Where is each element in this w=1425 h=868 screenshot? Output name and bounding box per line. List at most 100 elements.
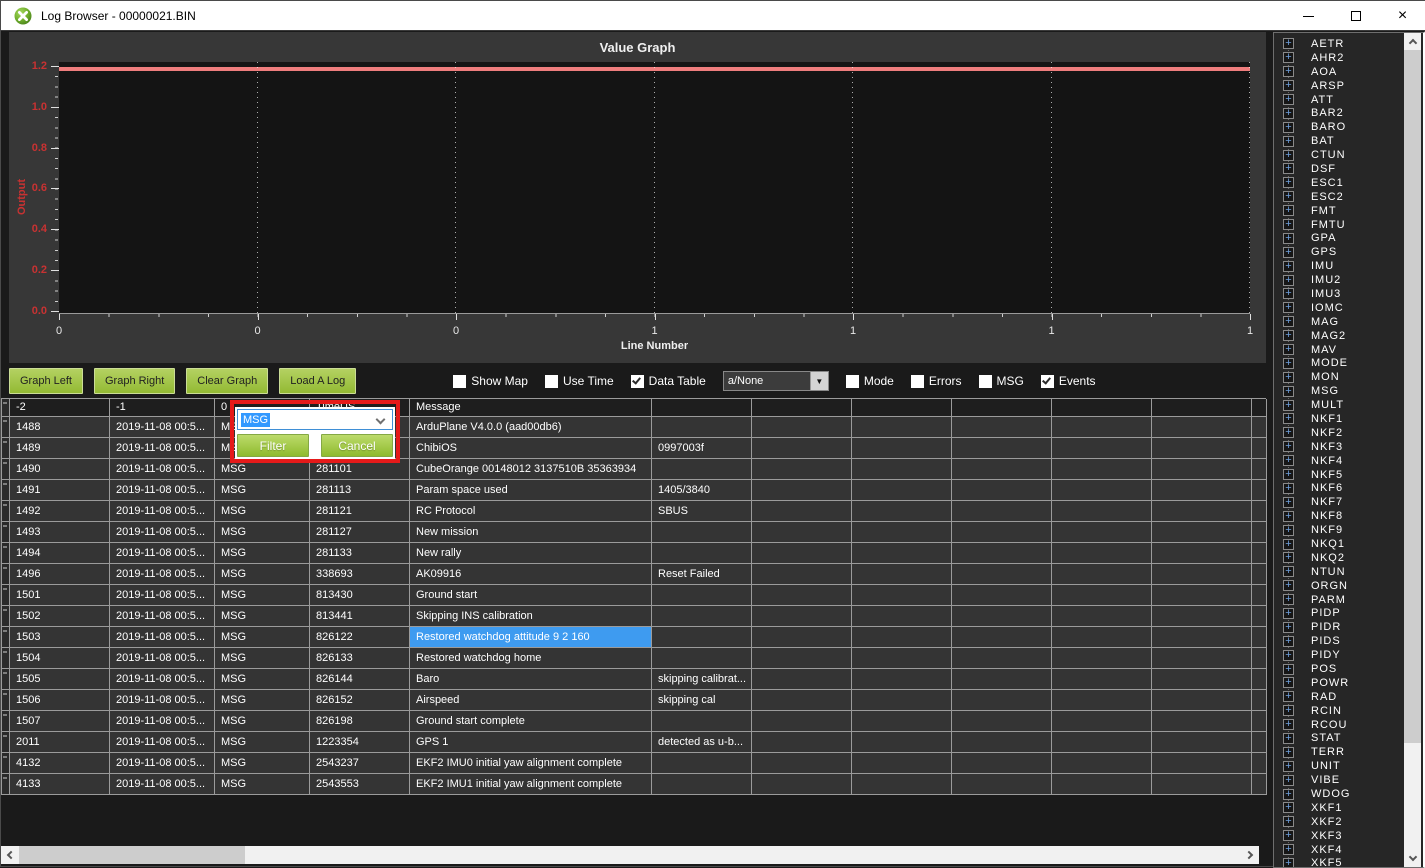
sidebar-item-rcou[interactable]: +RCOU xyxy=(1274,718,1404,732)
col-message[interactable]: Restored watchdog home xyxy=(410,648,652,669)
graph-right-button[interactable]: Graph Right xyxy=(94,368,175,394)
col-date[interactable]: 2019-11-08 00:5... xyxy=(110,732,215,753)
col-empty[interactable] xyxy=(852,774,952,795)
col-empty[interactable] xyxy=(852,438,952,459)
row-header-cell[interactable] xyxy=(2,459,10,480)
col-empty[interactable] xyxy=(852,522,952,543)
col-type[interactable]: MSG xyxy=(215,627,310,648)
col-type[interactable]: MSG xyxy=(215,543,310,564)
col-empty[interactable] xyxy=(1152,501,1252,522)
table-row[interactable]: 15042019-11-08 00:5...MSG826133Restored … xyxy=(2,648,1266,669)
col-empty[interactable] xyxy=(952,585,1052,606)
col-timeus[interactable]: 813441 xyxy=(310,606,410,627)
col-empty[interactable] xyxy=(952,522,1052,543)
col-empty[interactable] xyxy=(752,690,852,711)
col-empty[interactable] xyxy=(1052,669,1152,690)
sidebar-item-stat[interactable]: +STAT xyxy=(1274,732,1404,746)
expand-plus-icon[interactable]: + xyxy=(1283,691,1294,702)
col-empty[interactable] xyxy=(1252,669,1267,690)
col-type[interactable]: MSG xyxy=(215,690,310,711)
col-message[interactable]: Airspeed xyxy=(410,690,652,711)
col-empty[interactable] xyxy=(752,585,852,606)
col-empty[interactable] xyxy=(1052,690,1152,711)
sidebar-item-fmtu[interactable]: +FMTU xyxy=(1274,218,1404,232)
sidebar-item-aetr[interactable]: +AETR xyxy=(1274,37,1404,51)
row-header-cell[interactable] xyxy=(2,774,10,795)
col-message[interactable]: Skipping INS calibration xyxy=(410,606,652,627)
row-header-cell[interactable] xyxy=(2,627,10,648)
filter-button[interactable]: Filter xyxy=(237,434,309,457)
table-row[interactable]: 41332019-11-08 00:5...MSG2543553EKF2 IMU… xyxy=(2,774,1266,795)
sidebar-item-xkf2[interactable]: +XKF2 xyxy=(1274,815,1404,829)
row-header-cell[interactable] xyxy=(2,753,10,774)
col-empty[interactable] xyxy=(752,669,852,690)
col-date[interactable]: 2019-11-08 00:5... xyxy=(110,606,215,627)
header-cell-empty-5[interactable] xyxy=(652,399,752,417)
col-empty[interactable] xyxy=(1252,732,1267,753)
col-type[interactable]: MSG xyxy=(215,459,310,480)
col-empty[interactable] xyxy=(752,564,852,585)
col-empty[interactable] xyxy=(752,627,852,648)
sidebar-item-imu[interactable]: +IMU xyxy=(1274,259,1404,273)
sidebar-item-mult[interactable]: +MULT xyxy=(1274,398,1404,412)
col-empty[interactable] xyxy=(1052,753,1152,774)
expand-plus-icon[interactable]: + xyxy=(1283,247,1294,258)
col-empty[interactable] xyxy=(1052,732,1152,753)
expand-plus-icon[interactable]: + xyxy=(1283,163,1294,174)
col-line[interactable]: 1506 xyxy=(10,690,110,711)
col-timeus[interactable]: 2543237 xyxy=(310,753,410,774)
sidebar-item-xkf3[interactable]: +XKF3 xyxy=(1274,829,1404,843)
expand-plus-icon[interactable]: + xyxy=(1283,316,1294,327)
row-header-cell[interactable] xyxy=(2,648,10,669)
sidebar-item-xkf4[interactable]: +XKF4 xyxy=(1274,843,1404,857)
filter-combo[interactable]: MSG xyxy=(237,409,393,430)
col-timeus[interactable]: 826198 xyxy=(310,711,410,732)
sidebar-item-mag[interactable]: +MAG xyxy=(1274,315,1404,329)
expand-plus-icon[interactable]: + xyxy=(1283,177,1294,188)
col-type[interactable]: MSG xyxy=(215,669,310,690)
col-line[interactable]: 4132 xyxy=(10,753,110,774)
col-date[interactable]: 2019-11-08 00:5... xyxy=(110,774,215,795)
col-line[interactable]: 2011 xyxy=(10,732,110,753)
col-line[interactable]: 1488 xyxy=(10,417,110,438)
col-value[interactable]: SBUS xyxy=(652,501,752,522)
col-type[interactable]: MSG xyxy=(215,732,310,753)
col-type[interactable]: MSG xyxy=(215,501,310,522)
col-empty[interactable] xyxy=(1052,459,1152,480)
checkbox-use-time[interactable]: Use Time xyxy=(545,374,614,388)
graph-left-button[interactable]: Graph Left xyxy=(9,368,83,394)
sidebar-scrollbar[interactable] xyxy=(1404,33,1421,867)
col-date[interactable]: 2019-11-08 00:5... xyxy=(110,459,215,480)
scroll-left-button[interactable] xyxy=(1,846,19,864)
col-value[interactable] xyxy=(652,417,752,438)
table-row[interactable]: 15052019-11-08 00:5...MSG826144Baroskipp… xyxy=(2,669,1266,690)
col-empty[interactable] xyxy=(852,417,952,438)
sidebar-item-aoa[interactable]: +AOA xyxy=(1274,65,1404,79)
table-row[interactable]: 14912019-11-08 00:5...MSG281113Param spa… xyxy=(2,480,1266,501)
col-empty[interactable] xyxy=(752,459,852,480)
col-timeus[interactable]: 826122 xyxy=(310,627,410,648)
col-empty[interactable] xyxy=(1252,585,1267,606)
expand-plus-icon[interactable]: + xyxy=(1283,747,1294,758)
col-empty[interactable] xyxy=(852,564,952,585)
col-date[interactable]: 2019-11-08 00:5... xyxy=(110,648,215,669)
sidebar-item-pos[interactable]: +POS xyxy=(1274,662,1404,676)
col-date[interactable]: 2019-11-08 00:5... xyxy=(110,438,215,459)
col-empty[interactable] xyxy=(1152,753,1252,774)
col-empty[interactable] xyxy=(1152,585,1252,606)
sidebar-item-nkq1[interactable]: +NKQ1 xyxy=(1274,537,1404,551)
col-line[interactable]: 1490 xyxy=(10,459,110,480)
col-empty[interactable] xyxy=(752,543,852,564)
col-empty[interactable] xyxy=(852,585,952,606)
col-line[interactable]: 1502 xyxy=(10,606,110,627)
expand-plus-icon[interactable]: + xyxy=(1283,358,1294,369)
col-empty[interactable] xyxy=(952,459,1052,480)
expand-plus-icon[interactable]: + xyxy=(1283,205,1294,216)
col-type[interactable]: MSG xyxy=(215,774,310,795)
expand-plus-icon[interactable]: + xyxy=(1283,288,1294,299)
col-empty[interactable] xyxy=(1152,417,1252,438)
checkbox-msg[interactable]: MSG xyxy=(979,374,1024,388)
header-cell-message[interactable]: Message xyxy=(410,399,652,417)
col-empty[interactable] xyxy=(952,438,1052,459)
scroll-down-button[interactable] xyxy=(1404,850,1421,867)
